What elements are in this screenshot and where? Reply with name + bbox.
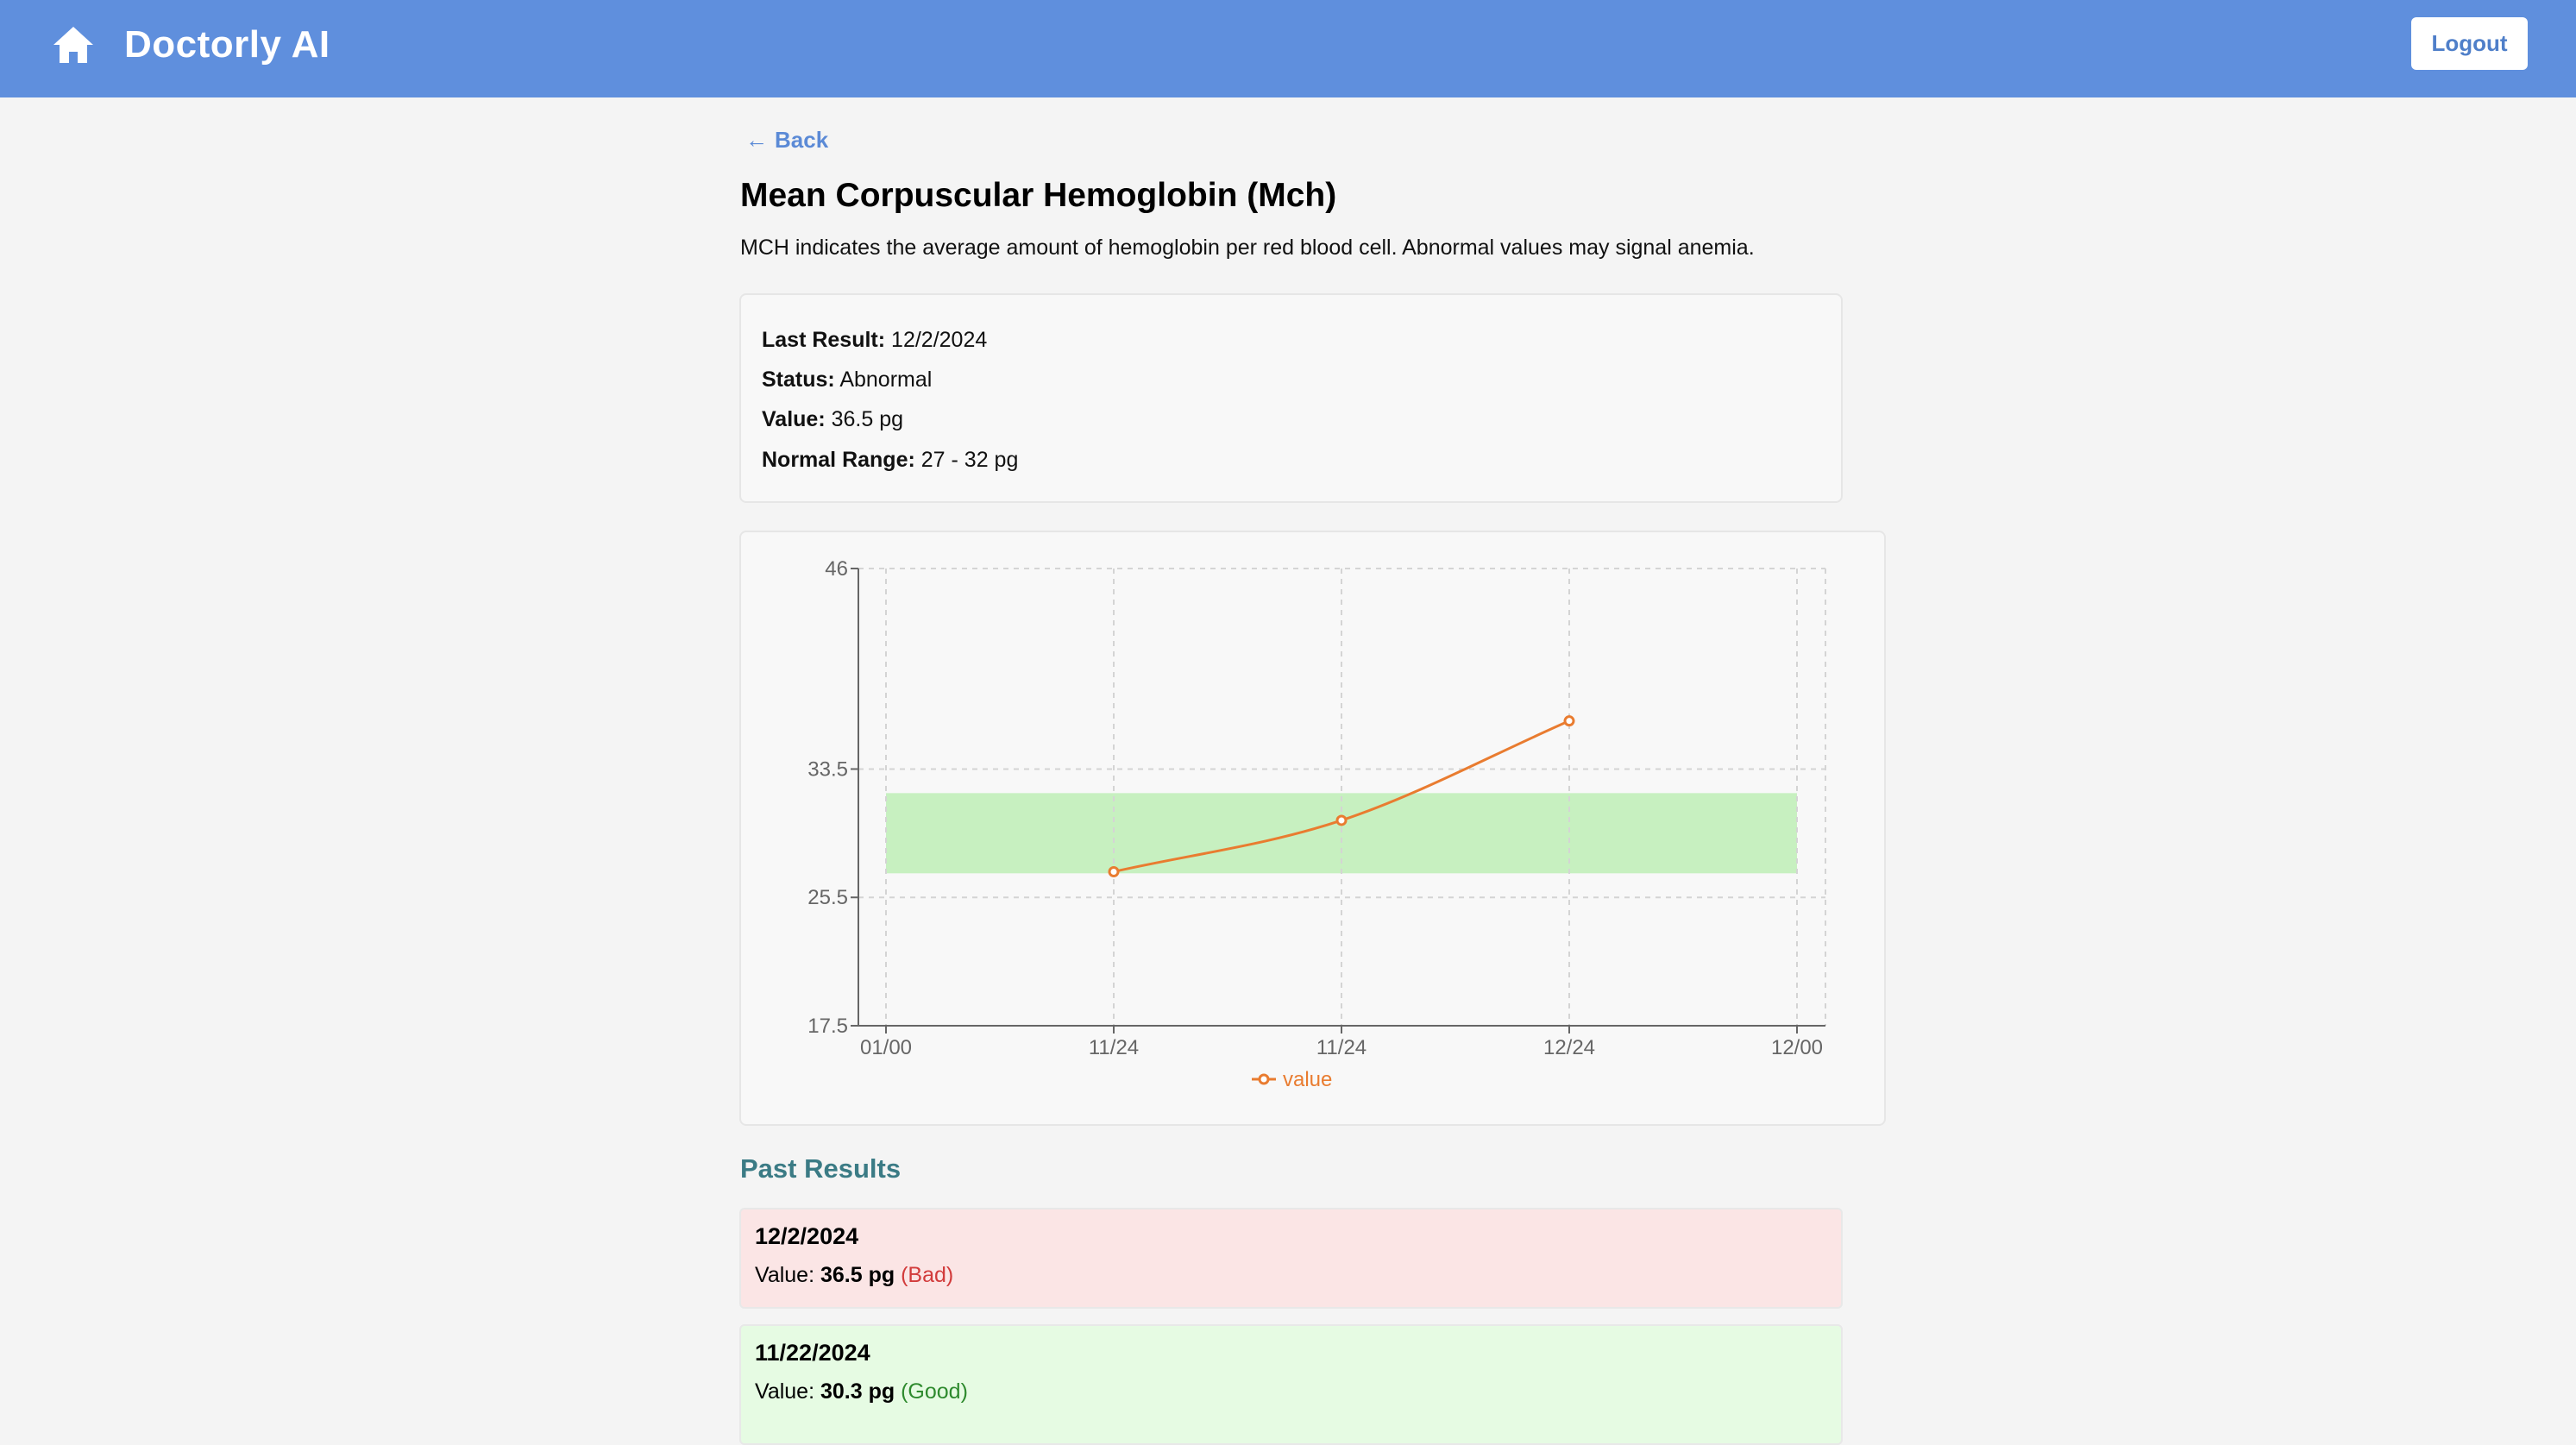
x-tick-label: 12/00 [1771,1036,1823,1059]
x-tick-label: 11/24 [1089,1036,1139,1059]
last-result-label: Last Result: [762,328,886,352]
legend-label: value [1283,1068,1332,1091]
app-name: Doctorly AI [124,23,330,66]
top-navbar: Doctorly AI Logout [0,0,2576,97]
y-tick-label: 46 [825,557,848,581]
past-result-card[interactable]: 12/2/2024 Value: 36.5 pg (Bad) [739,1208,1843,1309]
trend-chart: 46 33.5 25.5 17.5 01/00 11/24 11/24 12/24 12/00 v… [807,557,1826,1091]
result-date: 11/22/2024 [755,1340,870,1366]
y-tick-label: 17.5 [807,1015,848,1038]
x-tick-label: 01/00 [860,1036,912,1059]
last-result-value: 12/2/2024 [891,328,988,352]
y-tick-label: 33.5 [807,757,848,781]
value-line: Value: 36.5 pg [762,407,903,432]
value-value: 36.5 pg [831,407,904,431]
back-arrow-icon: ← [745,126,768,153]
past-results-title: Past Results [740,1153,902,1184]
result-value-label: Value: [755,1263,815,1287]
status-value: Abnormal [839,368,933,392]
x-tick-label: 11/24 [1316,1036,1367,1059]
x-tick-label: 12/24 [1543,1036,1595,1059]
result-value-line: Value: 30.3 pg (Good) [755,1379,968,1404]
status-label: Status: [762,368,835,392]
logout-button[interactable]: Logout [2411,17,2528,70]
result-summary-card: Last Result: 12/2/2024 Status: Abnormal … [739,293,1843,503]
status-line: Status: Abnormal [762,368,932,393]
result-value: 36.5 pg [820,1263,895,1287]
page-title: Mean Corpuscular Hemoglobin (Mch) [740,177,1337,214]
value-label: Value: [762,407,826,431]
test-description: MCH indicates the average amount of hemo… [740,236,1755,260]
home-icon[interactable] [52,25,95,65]
trend-chart-card: 46 33.5 25.5 17.5 01/00 11/24 11/24 12/24 12/00 v… [739,531,1886,1126]
brand[interactable]: Doctorly AI [52,21,330,69]
back-link[interactable]: ← Back [745,125,828,154]
result-status: (Bad) [901,1263,954,1287]
result-value: 30.3 pg [820,1379,895,1404]
y-tick-label: 25.5 [807,886,848,909]
data-point [1335,814,1348,826]
result-status: (Good) [901,1379,968,1404]
normal-range-value: 27 - 32 pg [920,448,1019,472]
last-result-line: Last Result: 12/2/2024 [762,328,987,353]
result-date: 12/2/2024 [755,1223,859,1249]
normal-range-label: Normal Range: [762,448,915,472]
normal-range-line: Normal Range: 27 - 32 pg [762,448,1018,473]
result-value-line: Value: 36.5 pg (Bad) [755,1263,953,1288]
data-point [1563,715,1575,727]
back-label: Back [775,126,829,153]
result-value-label: Value: [755,1379,815,1404]
legend-marker-point [1258,1073,1270,1085]
data-point [1108,865,1120,877]
past-result-card[interactable]: 11/22/2024 Value: 30.3 pg (Good) [739,1324,1843,1445]
